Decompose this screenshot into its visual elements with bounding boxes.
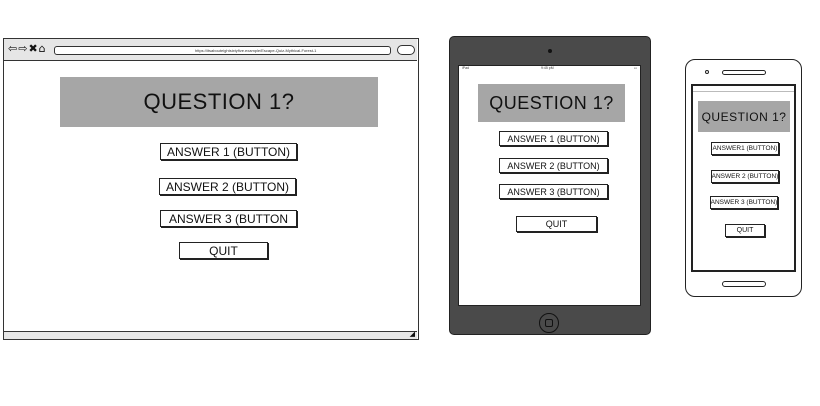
tablet-question-box: QUESTION 1?	[478, 84, 625, 122]
resize-grip-icon[interactable]: ◢	[410, 331, 415, 339]
url-bar[interactable]: https://itsabouteightsixtyfive.example/E…	[54, 46, 391, 55]
desktop-browser-mockup: ⇦⇨✖⌂ https://itsabouteightsixtyfive.exam…	[3, 38, 419, 340]
phone-question-title: QUESTION 1?	[701, 109, 787, 124]
tablet-mockup: iPad 9:45 pM ▭ QUESTION 1? ANSWER 1 (BUT…	[449, 36, 651, 335]
desktop-question-box: QUESTION 1?	[60, 77, 378, 127]
url-text: https://itsabouteightsixtyfive.example/E…	[195, 48, 317, 53]
home-button-square	[545, 319, 553, 327]
home-button-icon[interactable]	[722, 281, 766, 287]
phone-answer-1-button[interactable]: ANSWER1 (BUTTON)	[711, 142, 779, 155]
phone-question-box: QUESTION 1?	[698, 101, 790, 132]
search-icon[interactable]	[397, 45, 415, 55]
tablet-answer-3-button[interactable]: ANSWER 3 (BUTTON)	[499, 184, 608, 199]
browser-toolbar: ⇦⇨✖⌂ https://itsabouteightsixtyfive.exam…	[4, 39, 417, 61]
battery-icon: ▭	[633, 66, 637, 70]
back-arrow-icon[interactable]: ⇦	[8, 42, 18, 55]
phone-mockup: QUESTION 1? ANSWER1 (BUTTON) ANSWER 2 (B…	[685, 59, 802, 297]
home-button-icon[interactable]	[539, 313, 559, 333]
browser-status-bar: ◢	[4, 331, 417, 339]
forward-arrow-icon[interactable]: ⇨	[18, 42, 28, 55]
tablet-screen: iPad 9:45 pM ▭ QUESTION 1? ANSWER 1 (BUT…	[458, 65, 641, 306]
desktop-answer-3-button[interactable]: ANSWER 3 (BUTTON	[160, 210, 297, 227]
phone-quit-button[interactable]: QUIT	[725, 224, 765, 237]
phone-answer-2-button[interactable]: ANSWER 2 (BUTTON)	[711, 170, 779, 183]
browser-nav-icons: ⇦⇨✖⌂	[8, 42, 47, 56]
desktop-question-title: QUESTION 1?	[143, 89, 295, 114]
desktop-answer-1-button[interactable]: ANSWER 1 (BUTTON)	[160, 143, 297, 160]
camera-icon	[705, 70, 709, 74]
home-icon[interactable]: ⌂	[39, 42, 47, 55]
tablet-status-bar: iPad 9:45 pM ▭	[459, 66, 640, 71]
desktop-quit-button[interactable]: QUIT	[179, 242, 268, 259]
tablet-status-carrier: iPad	[462, 66, 470, 70]
desktop-answer-2-button[interactable]: ANSWER 2 (BUTTON)	[159, 178, 296, 195]
camera-icon	[548, 49, 552, 53]
speaker-icon	[722, 70, 766, 75]
close-icon[interactable]: ✖	[28, 42, 38, 55]
tablet-question-title: QUESTION 1?	[489, 92, 614, 113]
tablet-quit-button[interactable]: QUIT	[516, 216, 597, 232]
phone-status-bar	[693, 86, 794, 92]
phone-screen: QUESTION 1? ANSWER1 (BUTTON) ANSWER 2 (B…	[691, 84, 796, 272]
tablet-status-time: 9:45 pM	[541, 66, 554, 70]
tablet-answer-2-button[interactable]: ANSWER 2 (BUTTON)	[499, 158, 608, 173]
phone-answer-3-button[interactable]: ANSWER 3 (BUTTON)	[710, 196, 778, 209]
tablet-answer-1-button[interactable]: ANSWER 1 (BUTTON)	[499, 131, 608, 146]
